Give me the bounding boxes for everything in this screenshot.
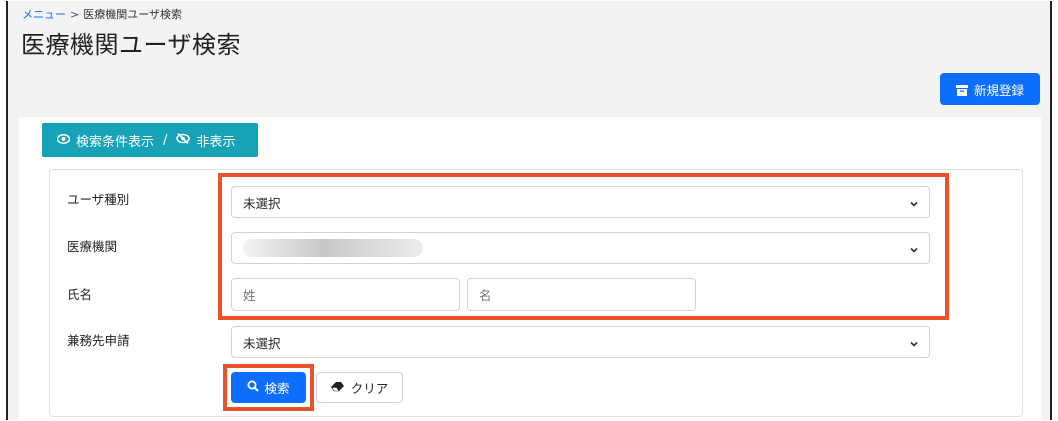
new-registration-label: 新規登録 — [973, 82, 1024, 98]
clear-button[interactable]: クリア — [316, 372, 403, 403]
new-registration-button[interactable]: 新規登録 — [940, 73, 1040, 105]
breadcrumb: メニュー > 医療機関ユーザ検索 — [22, 6, 182, 22]
chevron-down-icon — [909, 337, 919, 347]
archive-icon — [955, 84, 968, 96]
clear-button-label: クリア — [350, 381, 389, 396]
concurrent-application-select[interactable]: 未選択 — [231, 326, 930, 358]
eye-slash-icon — [176, 132, 191, 148]
search-conditions-toggle-button[interactable]: 検索条件表示 / 非表示 — [42, 123, 258, 157]
highlight-frame-search — [223, 364, 314, 411]
hide-conditions-label: 非表示 — [196, 134, 236, 150]
toggle-separator: / — [163, 132, 168, 148]
user-type-label: ユーザ種別 — [67, 192, 130, 207]
breadcrumb-separator: > — [70, 8, 80, 21]
highlight-frame-fields — [218, 173, 949, 320]
page-title: 医療機関ユーザ検索 — [21, 31, 242, 59]
eraser-icon — [330, 380, 345, 395]
concurrent-application-label: 兼務先申請 — [67, 333, 130, 348]
show-conditions-label: 検索条件表示 — [76, 134, 155, 150]
app-frame: メニュー > 医療機関ユーザ検索 医療機関ユーザ検索 新規登録 検索条件表示 / 非… — [6, 1, 1052, 420]
search-form-card: ユーザ種別 未選択 医療機関 氏名 姓 名 兼務先申請 未選択 検索 クリア — [49, 169, 1023, 417]
breadcrumb-menu-link[interactable]: メニュー — [22, 8, 66, 21]
institution-label: 医療機関 — [67, 239, 118, 254]
breadcrumb-current: 医療機関ユーザ検索 — [83, 8, 182, 21]
name-label: 氏名 — [67, 287, 93, 302]
eye-icon — [56, 133, 71, 148]
main-content: 検索条件表示 / 非表示 ユーザ種別 未選択 医療機関 氏名 姓 名 兼務先申請… — [19, 117, 1041, 420]
concurrent-application-value: 未選択 — [243, 335, 281, 351]
